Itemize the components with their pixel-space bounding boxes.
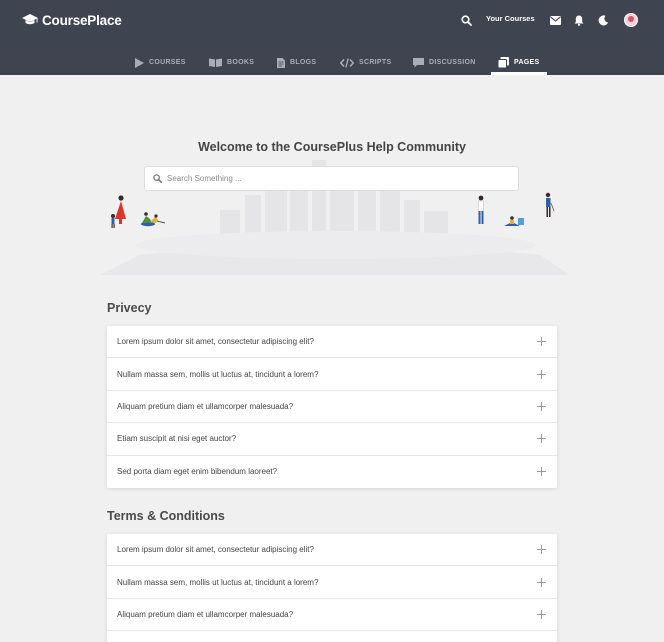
expand-plus-icon[interactable] [537,434,547,444]
nav-blogs-label: BLOGS [290,59,317,66]
nav-discussion-label: DISCUSSION [429,59,476,66]
faq-item[interactable]: Sed porta diam eget enim bibendum laoree… [107,456,557,488]
faq-list-terms: Lorem ipsum dolor sit amet, consectetur … [107,534,557,642]
top-navbar: CoursePlace Your Courses COURSES BOOKS B… [0,0,664,75]
help-search-box[interactable] [144,166,519,191]
faq-item[interactable]: Lorem ipsum dolor sit amet, consectetur … [107,326,557,359]
code-icon [340,57,354,68]
search-icon[interactable] [458,11,474,29]
bell-icon[interactable] [571,11,587,29]
main-nav: COURSES BOOKS BLOGS SCRIPTS DISCUSSION P… [0,50,664,75]
nav-scripts[interactable]: SCRIPTS [340,50,391,75]
pages-icon [498,57,509,68]
chat-icon [413,57,424,67]
your-courses-link[interactable]: Your Courses [486,14,535,23]
faq-question: Etiam suscipit at nisi eget auctor? [117,434,237,444]
search-input[interactable] [167,174,497,183]
graduation-cap-icon [22,14,38,25]
expand-plus-icon[interactable] [537,545,547,555]
faq-question: Lorem ipsum dolor sit amet, consectetur … [117,545,314,555]
expand-plus-icon[interactable] [537,369,547,379]
play-icon [135,57,144,68]
faq-item[interactable]: Lorem ipsum dolor sit amet, consectetur … [107,534,557,567]
expand-plus-icon[interactable] [537,577,547,587]
nav-pages[interactable]: PAGES [491,50,546,75]
user-avatar[interactable] [623,11,639,29]
faq-question: Aliquam pretium diam et ullamcorper male… [117,609,294,619]
faq-question: Nullam massa sem, mollis ut luctus at, t… [117,577,319,587]
avatar-image [624,13,638,27]
nav-pages-label: PAGES [514,59,540,66]
hero-title: Welcome to the CoursePlus Help Community [198,140,466,154]
people-left-illustration [111,195,166,228]
expand-plus-icon[interactable] [537,401,547,411]
nav-scripts-label: SCRIPTS [359,59,392,66]
nav-books[interactable]: BOOKS [209,50,254,75]
city-skyline-illustration [100,160,570,275]
mail-icon[interactable] [547,11,563,29]
nav-courses[interactable]: COURSES [135,50,186,75]
nav-blogs[interactable]: BLOGS [277,50,316,75]
nav-books-label: BOOKS [227,59,255,66]
brand-logo[interactable]: CoursePlace [22,10,122,30]
section-title-privacy: Privecy [107,301,152,315]
moon-icon[interactable] [595,11,611,29]
search-icon [153,174,162,183]
people-right-illustration [478,192,555,226]
faq-question: Aliquam pretium diam et ullamcorper male… [117,401,294,411]
faq-question: Sed porta diam eget enim bibendum laoree… [117,467,278,477]
faq-item[interactable]: Etiam suscipit at nisi eget auctor? [107,423,557,456]
faq-item[interactable]: Aliquam pretium diam et ullamcorper male… [107,599,557,632]
faq-question: Lorem ipsum dolor sit amet, consectetur … [117,337,314,347]
nav-courses-label: COURSES [149,59,186,66]
faq-question: Nullam massa sem, mollis ut luctus at, t… [117,369,319,379]
brand-name: CoursePlace [42,12,122,28]
faq-item[interactable]: Aliquam pretium diam et ullamcorper male… [107,391,557,424]
faq-item[interactable]: Nullam massa sem, mollis ut luctus at, t… [107,358,557,391]
expand-plus-icon[interactable] [537,467,547,477]
expand-plus-icon[interactable] [537,609,547,619]
faq-item[interactable]: Nullam massa sem, mollis ut luctus at, t… [107,566,557,599]
nav-discussion[interactable]: DISCUSSION [413,50,476,75]
section-title-terms: Terms & Conditions [107,509,225,523]
faq-list-privacy: Lorem ipsum dolor sit amet, consectetur … [107,326,557,488]
faq-item[interactable] [107,631,557,642]
document-icon [277,57,285,68]
hero-section: Welcome to the CoursePlus Help Community [0,75,664,275]
expand-plus-icon[interactable] [537,337,547,347]
book-icon [209,58,222,67]
